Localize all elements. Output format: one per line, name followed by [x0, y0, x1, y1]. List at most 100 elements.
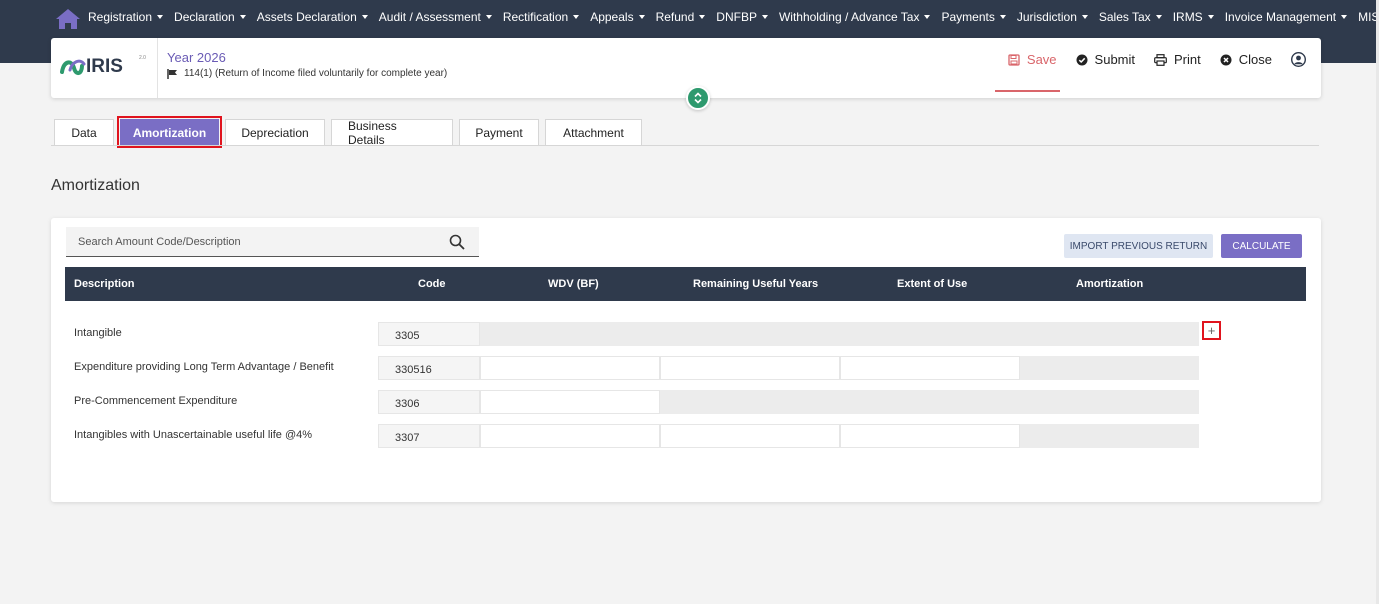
floppy-disk-icon	[1008, 53, 1020, 66]
return-header-card: IRIS 2.0 Year 2026 114(1) (Return of Inc…	[51, 38, 1321, 98]
nav-dnfbp[interactable]: DNFBP	[716, 10, 768, 24]
amortization-field	[1020, 390, 1199, 414]
tab-depreciation[interactable]: Depreciation	[225, 119, 325, 145]
nav-menu: Registration Declaration Assets Declarat…	[88, 0, 1379, 34]
tab-business-details[interactable]: Business Details	[331, 119, 453, 147]
amortization-card: IMPORT PREVIOUS RETURN CALCULATE Descrip…	[51, 218, 1321, 502]
tab-payment[interactable]: Payment	[459, 119, 539, 145]
expand-collapse-button[interactable]	[686, 86, 710, 110]
import-previous-return-button[interactable]: IMPORT PREVIOUS RETURN	[1064, 234, 1213, 258]
close-button[interactable]: Close	[1220, 52, 1272, 67]
table-row: Pre-Commencement Expenditure 3306	[65, 390, 1225, 416]
nav-withholding-advance-tax[interactable]: Withholding / Advance Tax	[779, 10, 931, 24]
header-code: Code	[418, 278, 446, 290]
add-row-button[interactable]: +	[1202, 321, 1221, 340]
extent-of-use-input[interactable]	[840, 356, 1020, 380]
close-label: Close	[1238, 52, 1272, 67]
svg-text:2.0: 2.0	[139, 55, 146, 61]
extent-of-use-input[interactable]	[840, 424, 1020, 448]
wdv-bf-input[interactable]	[480, 356, 660, 380]
search-icon[interactable]	[449, 234, 465, 250]
return-year-title: Year 2026	[167, 50, 226, 65]
home-icon[interactable]	[55, 8, 81, 30]
check-circle-icon	[1076, 54, 1088, 65]
remaining-years-input[interactable]	[660, 356, 840, 380]
amortization-field	[1020, 322, 1199, 346]
caret-down-icon	[1081, 15, 1088, 19]
nav-refund[interactable]: Refund	[656, 10, 706, 24]
save-active-indicator	[995, 90, 1060, 92]
user-circle-icon	[1291, 52, 1306, 67]
remaining-years-field	[660, 322, 840, 346]
table-row: Intangible 3305	[65, 322, 1225, 348]
table-row: Expenditure providing Long Term Advantag…	[65, 356, 1225, 382]
caret-down-icon	[361, 15, 368, 19]
caret-down-icon	[485, 15, 492, 19]
nav-sales-tax[interactable]: Sales Tax	[1099, 10, 1162, 24]
header-wdv-bf: WDV (BF)	[548, 278, 599, 290]
form-tabs: Data Amortization Depreciation Business …	[54, 116, 648, 148]
save-button[interactable]: Save	[1008, 52, 1057, 67]
tab-attachment[interactable]: Attachment	[545, 119, 642, 145]
remaining-years-input[interactable]	[660, 424, 840, 448]
printer-icon	[1154, 53, 1167, 66]
wdv-bf-field	[480, 322, 660, 346]
search-input[interactable]	[66, 235, 449, 248]
nav-declaration[interactable]: Declaration	[174, 10, 246, 24]
table-header: Description Code WDV (BF) Remaining Usef…	[65, 267, 1306, 301]
header-amortization: Amortization	[1076, 278, 1144, 290]
row-description: Intangible	[74, 327, 122, 339]
row-description: Intangibles with Unascertainable useful …	[74, 429, 313, 441]
nav-registration[interactable]: Registration	[88, 10, 164, 24]
header-remaining-useful-years: Remaining Useful Years	[693, 278, 819, 290]
return-type-text: 114(1) (Return of Income filed voluntari…	[184, 68, 448, 79]
header-extent-of-use: Extent of Use	[897, 278, 968, 290]
iris-logo-mark-icon: IRIS 2.0	[60, 55, 146, 77]
tab-data[interactable]: Data	[54, 119, 114, 145]
row-code: 3307	[378, 424, 480, 448]
extent-of-use-field	[840, 390, 1020, 414]
nav-assets-declaration[interactable]: Assets Declaration	[257, 10, 368, 24]
nav-invoice-management[interactable]: Invoice Management	[1225, 10, 1348, 24]
caret-down-icon	[999, 15, 1006, 19]
amortization-field	[1020, 424, 1199, 448]
nav-appeals[interactable]: Appeals	[590, 10, 645, 24]
return-type-label: 114(1) (Return of Income filed voluntari…	[167, 68, 447, 79]
row-code: 3306	[378, 390, 480, 414]
remaining-years-field	[660, 390, 840, 414]
caret-down-icon	[1341, 15, 1348, 19]
amortization-field	[1020, 356, 1199, 380]
print-button[interactable]: Print	[1154, 52, 1201, 67]
caret-down-icon	[638, 15, 645, 19]
tabs-divider	[51, 145, 1319, 146]
table-row: Intangibles with Unascertainable useful …	[65, 424, 1225, 450]
caret-down-icon	[1155, 15, 1162, 19]
close-circle-icon	[1220, 54, 1232, 65]
submit-label: Submit	[1094, 52, 1136, 67]
chevron-up-down-icon	[694, 92, 702, 104]
nav-audit-assessment[interactable]: Audit / Assessment	[379, 10, 492, 24]
header-description: Description	[74, 278, 135, 290]
caret-down-icon	[1207, 15, 1214, 19]
caret-down-icon	[239, 15, 246, 19]
header-actions: Save Submit Print Close	[989, 52, 1313, 67]
nav-rectification[interactable]: Rectification	[503, 10, 580, 24]
caret-down-icon	[157, 15, 164, 19]
flag-icon	[167, 68, 177, 79]
row-code: 330516	[378, 356, 480, 380]
main-navbar: Registration Declaration Assets Declarat…	[0, 0, 1379, 34]
calculate-button[interactable]: CALCULATE	[1221, 234, 1302, 258]
caret-down-icon	[573, 15, 580, 19]
caret-down-icon	[924, 15, 931, 19]
wdv-bf-input[interactable]	[480, 390, 660, 414]
nav-jurisdiction[interactable]: Jurisdiction	[1017, 10, 1088, 24]
nav-irms[interactable]: IRMS	[1173, 10, 1214, 24]
wdv-bf-input[interactable]	[480, 424, 660, 448]
iris-logo[interactable]: IRIS 2.0	[51, 38, 158, 98]
extent-of-use-field	[840, 322, 1020, 346]
submit-button[interactable]: Submit	[1076, 52, 1135, 67]
tab-amortization[interactable]: Amortization	[117, 116, 222, 148]
nav-payments[interactable]: Payments	[941, 10, 1006, 24]
user-profile-button[interactable]	[1291, 52, 1313, 67]
svg-text:IRIS: IRIS	[86, 56, 123, 77]
